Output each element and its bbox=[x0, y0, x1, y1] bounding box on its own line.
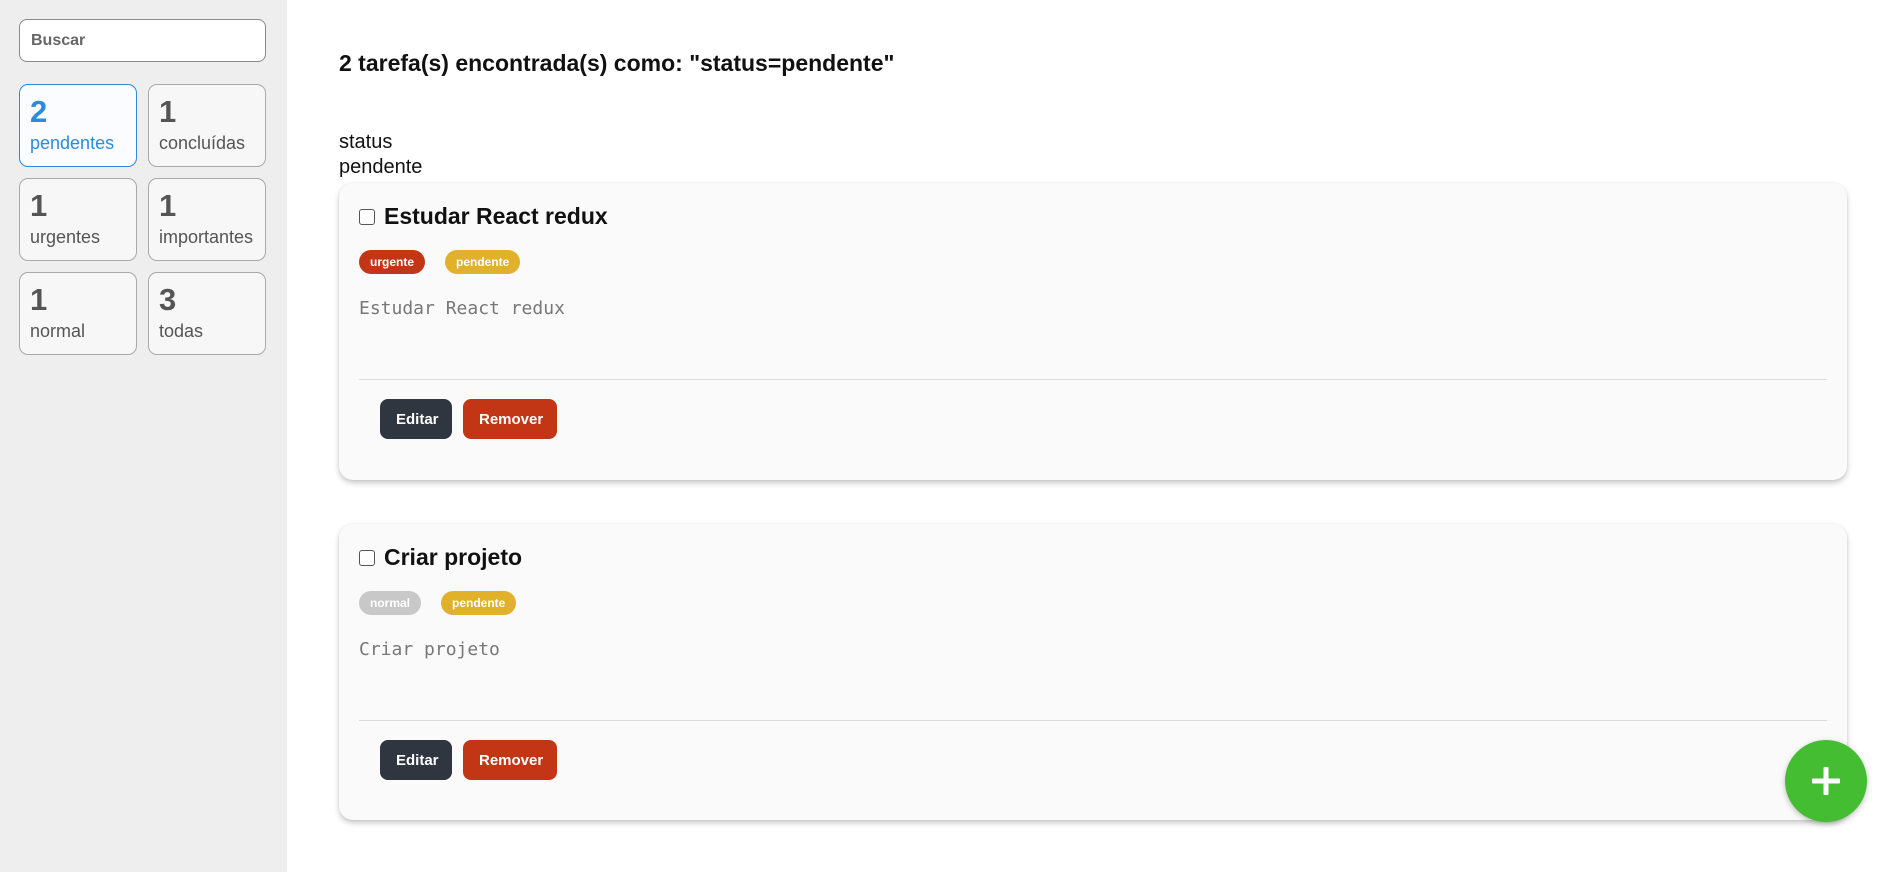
remove-button[interactable]: Remover bbox=[463, 399, 557, 439]
priority-badge: urgente bbox=[359, 250, 426, 274]
card-divider bbox=[359, 379, 1827, 380]
edit-button[interactable]: Editar bbox=[380, 740, 452, 780]
stat-label: normal bbox=[30, 321, 86, 341]
stat-count: 1 bbox=[30, 188, 48, 223]
task-tags: urgente pendente bbox=[359, 250, 540, 274]
stats-grid: 2 pendentes 1 concluídas 1 urgentes 1 im… bbox=[19, 84, 268, 355]
stat-label: concluídas bbox=[159, 133, 246, 153]
task-card: Estudar React redux urgente pendente Est… bbox=[339, 183, 1847, 480]
status-badge: pendente bbox=[441, 591, 517, 615]
task-card: Criar projeto normal pendente Criar proj… bbox=[339, 524, 1847, 820]
task-title: Criar projeto bbox=[384, 544, 523, 570]
edit-button[interactable]: Editar bbox=[380, 399, 452, 439]
task-tags: normal pendente bbox=[359, 591, 536, 615]
stat-count: 2 bbox=[30, 94, 48, 129]
remove-button[interactable]: Remover bbox=[463, 740, 557, 780]
task-header: Estudar React redux bbox=[359, 203, 608, 230]
task-title: Estudar React redux bbox=[384, 203, 608, 229]
sidebar: 2 pendentes 1 concluídas 1 urgentes 1 im… bbox=[0, 0, 287, 872]
card-divider bbox=[359, 720, 1827, 721]
task-checkbox[interactable] bbox=[359, 208, 375, 225]
stat-card-urgentes[interactable]: 1 urgentes bbox=[19, 178, 137, 261]
stat-label: todas bbox=[159, 321, 204, 341]
stat-card-normal[interactable]: 1 normal bbox=[19, 272, 137, 355]
results-heading: 2 tarefa(s) encontrada(s) como: "status=… bbox=[339, 50, 895, 76]
stat-card-pendentes[interactable]: 2 pendentes bbox=[19, 84, 137, 167]
stat-label: pendentes bbox=[30, 133, 115, 153]
stat-count: 1 bbox=[30, 282, 48, 317]
task-actions: Editar Remover bbox=[380, 399, 568, 439]
task-description: Estudar React redux bbox=[359, 298, 565, 319]
stat-card-todas[interactable]: 3 todas bbox=[148, 272, 266, 355]
filter-key: status bbox=[339, 131, 393, 153]
stat-count: 1 bbox=[159, 94, 177, 129]
stat-label: urgentes bbox=[30, 227, 101, 247]
status-badge: pendente bbox=[445, 250, 521, 274]
priority-badge: normal bbox=[359, 591, 422, 615]
plus-icon bbox=[1812, 767, 1840, 795]
stat-card-concluidas[interactable]: 1 concluídas bbox=[148, 84, 266, 167]
task-actions: Editar Remover bbox=[380, 740, 568, 780]
task-description: Criar projeto bbox=[359, 639, 500, 660]
stat-count: 3 bbox=[159, 282, 177, 317]
task-checkbox[interactable] bbox=[359, 549, 375, 566]
search-input[interactable] bbox=[19, 19, 266, 62]
add-task-button[interactable] bbox=[1785, 740, 1867, 822]
active-filter: status pendente bbox=[339, 130, 422, 180]
stat-count: 1 bbox=[159, 188, 177, 223]
task-header: Criar projeto bbox=[359, 544, 522, 571]
stat-label: importantes bbox=[159, 227, 254, 247]
stat-card-importantes[interactable]: 1 importantes bbox=[148, 178, 266, 261]
filter-value: pendente bbox=[339, 156, 423, 178]
